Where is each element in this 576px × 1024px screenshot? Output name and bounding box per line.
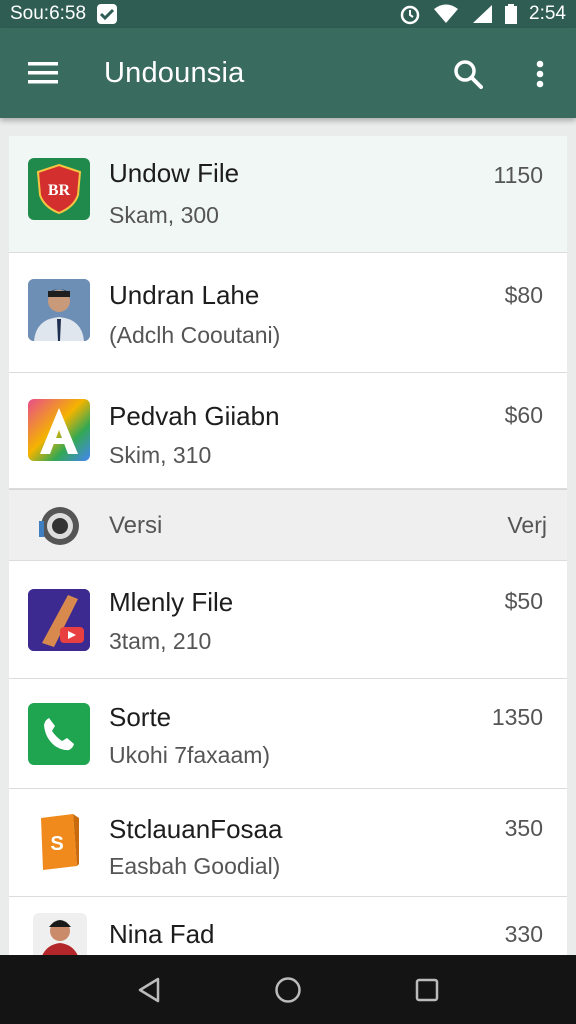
checkbox-notification-icon (96, 3, 118, 25)
list-item[interactable]: Pedvah Giiabn Skim, 310 $60 (9, 373, 567, 489)
person-photo-icon (28, 279, 90, 341)
item-subtitle: Easbah Goodial) (109, 853, 281, 879)
item-subtitle: Ukohi 7faxaam) (109, 742, 271, 768)
svg-text:BR: BR (48, 182, 71, 199)
search-button[interactable] (444, 50, 492, 98)
item-subtitle: Skim, 310 (109, 442, 212, 468)
item-title: Undow File (109, 158, 240, 188)
item-title: StclauanFosaa (109, 814, 283, 844)
item-title: Undran Lahe (109, 280, 260, 310)
search-icon (454, 60, 483, 89)
item-title: Nina Fad (109, 919, 215, 949)
list-item[interactable]: Nina Fad 330 (9, 897, 567, 956)
person-avatar-icon (33, 913, 87, 956)
photo-app-icon (28, 589, 90, 651)
item-title: Pedvah Giiabn (109, 401, 280, 431)
shield-icon: BR (28, 158, 90, 220)
item-title: Mlenly File (109, 587, 234, 617)
clock-time: 2:54 (529, 3, 566, 24)
section-title: Versi (109, 512, 163, 539)
item-value: $80 (504, 282, 543, 308)
back-button[interactable] (119, 960, 179, 1020)
wifi-icon (433, 4, 459, 24)
recents-button[interactable] (397, 960, 457, 1020)
item-value: 350 (504, 815, 543, 841)
svg-text:S: S (50, 833, 63, 855)
letter-a-icon (28, 399, 90, 461)
item-subtitle: (Adclh Cooutani) (109, 322, 281, 348)
signal-icon (471, 4, 493, 24)
status-bar: Sou:6:58 2:54 (0, 0, 576, 28)
item-value: 1150 (493, 162, 543, 188)
item-value: 330 (504, 921, 543, 947)
more-options-button[interactable] (518, 50, 562, 98)
home-circle-icon (275, 976, 301, 1003)
menu-button[interactable] (0, 28, 86, 118)
home-button[interactable] (258, 960, 318, 1020)
shopping-bag-icon: S (37, 809, 81, 871)
list-item[interactable]: Undran Lahe (Adclh Cooutani) $80 (9, 253, 567, 373)
app-title: Undounsia (104, 56, 245, 89)
alarm-icon (399, 3, 421, 25)
battery-icon (505, 4, 518, 24)
camera-lens-icon (36, 503, 82, 549)
list-item[interactable]: BR Undow File Skam, 300 1150 (9, 136, 567, 253)
item-value: $60 (504, 402, 543, 428)
list-item[interactable]: Mlenly File 3tam, 210 $50 (9, 561, 567, 679)
item-value: 1350 (491, 704, 543, 730)
item-value: $50 (504, 588, 543, 614)
item-title: Sorte (109, 702, 172, 732)
section-header[interactable]: Versi Verj (9, 489, 567, 561)
file-list: BR Undow File Skam, 300 1150 Undran Lahe… (9, 136, 567, 956)
item-subtitle: Skam, 300 (109, 202, 219, 228)
item-subtitle: 3tam, 210 (109, 628, 212, 654)
recents-square-icon (415, 978, 438, 1001)
more-vertical-icon (536, 60, 544, 88)
hamburger-menu-icon (28, 62, 58, 84)
app-bar: Undounsia (0, 28, 576, 118)
status-left-text: Sou:6:58 (10, 3, 87, 24)
phone-icon (28, 703, 90, 765)
list-item[interactable]: Sorte Ukohi 7faxaam) 1350 (9, 679, 567, 789)
back-triangle-icon (139, 977, 160, 1002)
list-item[interactable]: S StclauanFosaa Easbah Goodial) 350 (9, 789, 567, 897)
navigation-bar (0, 955, 576, 1024)
section-value: Verj (507, 512, 547, 538)
